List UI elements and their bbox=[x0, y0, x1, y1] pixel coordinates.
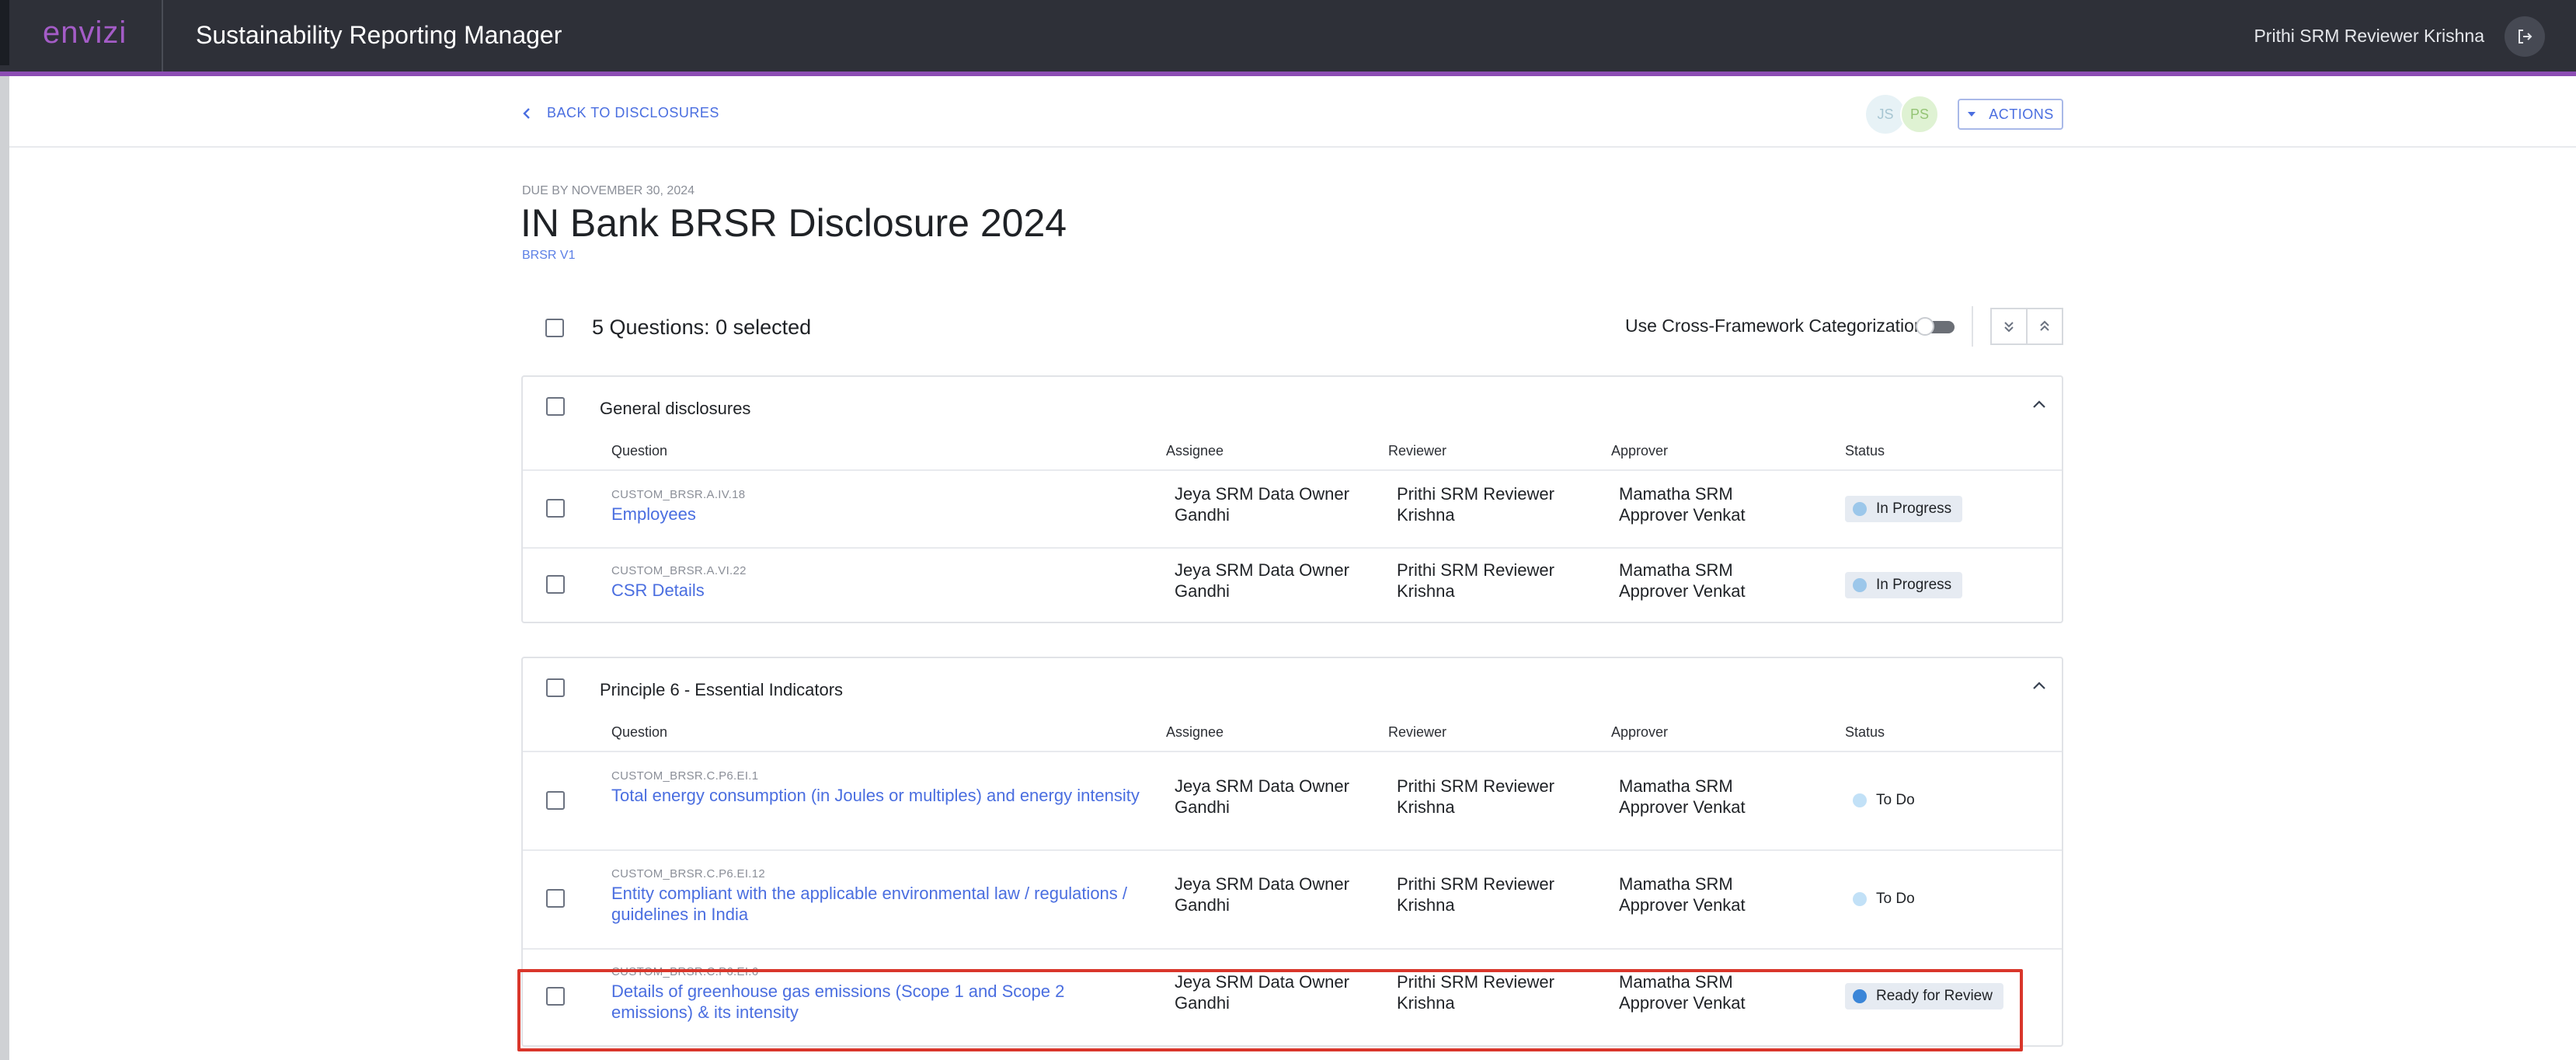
double-chevron-down-icon bbox=[2004, 322, 2014, 333]
status-dot bbox=[1853, 793, 1867, 807]
section-title: Principle 6 - Essential Indicators bbox=[600, 680, 844, 699]
assignee-cell: Jeya SRM Data Owner Gandhi bbox=[1175, 484, 1349, 525]
chevron-left-icon bbox=[523, 107, 530, 119]
column-header-approver: Approver bbox=[1611, 724, 1669, 740]
status-dot bbox=[1853, 502, 1867, 516]
row-checkbox[interactable] bbox=[546, 791, 565, 810]
toggle-knob bbox=[1916, 317, 1934, 336]
column-header-assignee: Assignee bbox=[1166, 724, 1224, 740]
row-checkbox[interactable] bbox=[546, 889, 565, 908]
assignee-cell: Jeya SRM Data Owner Gandhi bbox=[1175, 560, 1349, 601]
toolbar-divider bbox=[1972, 306, 1973, 347]
approver-cell: Mamatha SRM Approver Venkat bbox=[1619, 874, 1746, 915]
table-row[interactable]: CUSTOM_BRSR.A.VI.22 CSR Details Jeya SRM… bbox=[523, 549, 2062, 623]
status-badge: To Do bbox=[1845, 787, 1926, 814]
approver-cell: Mamatha SRM Approver Venkat bbox=[1619, 776, 1746, 817]
page-title: IN Bank BRSR Disclosure 2024 bbox=[520, 201, 1067, 245]
expand-all-button[interactable] bbox=[1990, 308, 2028, 345]
question-code: CUSTOM_BRSR.A.IV.18 bbox=[611, 488, 746, 501]
chevron-up-icon[interactable] bbox=[2032, 399, 2046, 410]
column-header-status: Status bbox=[1845, 724, 1885, 740]
section-general-disclosures: General disclosures Question Assignee Re… bbox=[521, 375, 2063, 623]
envizi-logo[interactable]: envizi bbox=[43, 16, 127, 51]
cross-framework-label: Use Cross-Framework Categorization bbox=[1625, 316, 1924, 336]
column-header-approver: Approver bbox=[1611, 443, 1669, 459]
question-code: CUSTOM_BRSR.C.P6.EI.12 bbox=[611, 867, 766, 880]
reviewer-cell: Prithi SRM Reviewer Krishna bbox=[1397, 776, 1554, 817]
actions-button[interactable]: ACTIONS bbox=[1958, 99, 2063, 130]
approver-cell: Mamatha SRM Approver Venkat bbox=[1619, 560, 1746, 601]
question-link[interactable]: Total energy consumption (in Joules or m… bbox=[611, 785, 1140, 806]
reviewer-cell: Prithi SRM Reviewer Krishna bbox=[1397, 484, 1554, 525]
reviewer-cell: Prithi SRM Reviewer Krishna bbox=[1397, 874, 1554, 915]
question-count: 5 Questions: 0 selected bbox=[592, 316, 812, 339]
caret-down-icon bbox=[1968, 112, 1976, 117]
section-checkbox[interactable] bbox=[546, 397, 565, 416]
status-label: In Progress bbox=[1876, 500, 1952, 517]
section-title: General disclosures bbox=[600, 399, 751, 418]
question-link[interactable]: Entity compliant with the applicable env… bbox=[611, 883, 1140, 925]
status-dot bbox=[1853, 578, 1867, 592]
reviewer-cell: Prithi SRM Reviewer Krishna bbox=[1397, 560, 1554, 601]
user-name[interactable]: Prithi SRM Reviewer Krishna bbox=[2254, 26, 2484, 47]
chevron-up-icon[interactable] bbox=[2032, 680, 2046, 691]
avatar-ps[interactable]: PS bbox=[1900, 95, 1939, 134]
column-header-reviewer: Reviewer bbox=[1388, 443, 1447, 459]
double-chevron-up-icon bbox=[2040, 320, 2049, 331]
row-checkbox[interactable] bbox=[546, 575, 565, 594]
left-edge-strip bbox=[0, 0, 9, 1060]
disclosure-topbar bbox=[9, 76, 2576, 148]
status-badge: In Progress bbox=[1845, 496, 1963, 522]
framework-version-link[interactable]: BRSR V1 bbox=[522, 249, 575, 263]
column-header-status: Status bbox=[1845, 443, 1885, 459]
collapse-all-button[interactable] bbox=[2026, 308, 2063, 345]
cross-framework-toggle[interactable] bbox=[1916, 317, 1956, 336]
app-header: envizi Sustainability Reporting Manager … bbox=[0, 0, 2576, 76]
status-dot bbox=[1853, 892, 1867, 906]
due-date: DUE BY NOVEMBER 30, 2024 bbox=[522, 184, 695, 197]
column-header-assignee: Assignee bbox=[1166, 443, 1224, 459]
header-divider bbox=[162, 0, 163, 71]
back-link-label: BACK TO DISCLOSURES bbox=[547, 105, 719, 120]
actions-label: ACTIONS bbox=[1989, 106, 2054, 122]
select-all-checkbox[interactable] bbox=[545, 319, 564, 337]
table-row[interactable]: CUSTOM_BRSR.C.P6.EI.1 Total energy consu… bbox=[523, 752, 2062, 849]
column-header-reviewer: Reviewer bbox=[1388, 724, 1447, 740]
back-to-disclosures-link[interactable]: BACK TO DISCLOSURES bbox=[522, 105, 719, 121]
question-code: CUSTOM_BRSR.C.P6.EI.1 bbox=[611, 769, 759, 783]
table-row[interactable]: CUSTOM_BRSR.C.P6.EI.12 Entity compliant … bbox=[523, 851, 2062, 948]
avatar-js[interactable]: JS bbox=[1866, 95, 1905, 134]
table-row[interactable]: CUSTOM_BRSR.A.IV.18 Employees Jeya SRM D… bbox=[523, 471, 2062, 547]
highlight-box bbox=[517, 969, 2023, 1051]
section-checkbox[interactable] bbox=[546, 678, 565, 697]
logout-icon bbox=[2519, 30, 2532, 44]
status-label: To Do bbox=[1876, 792, 1915, 808]
app-title: Sustainability Reporting Manager bbox=[196, 21, 562, 49]
assignee-cell: Jeya SRM Data Owner Gandhi bbox=[1175, 874, 1349, 915]
row-checkbox[interactable] bbox=[546, 499, 565, 518]
column-header-question: Question bbox=[611, 724, 668, 740]
status-badge: To Do bbox=[1845, 886, 1926, 912]
status-badge: In Progress bbox=[1845, 572, 1963, 598]
question-code: CUSTOM_BRSR.A.VI.22 bbox=[611, 564, 747, 577]
status-label: In Progress bbox=[1876, 577, 1952, 593]
logout-button[interactable] bbox=[2505, 16, 2545, 57]
question-link[interactable]: Employees bbox=[611, 504, 1140, 525]
question-link[interactable]: CSR Details bbox=[611, 580, 1140, 601]
left-edge-strip-top bbox=[0, 0, 9, 65]
column-header-question: Question bbox=[611, 443, 668, 459]
approver-cell: Mamatha SRM Approver Venkat bbox=[1619, 484, 1746, 525]
status-label: To Do bbox=[1876, 891, 1915, 907]
assignee-cell: Jeya SRM Data Owner Gandhi bbox=[1175, 776, 1349, 817]
